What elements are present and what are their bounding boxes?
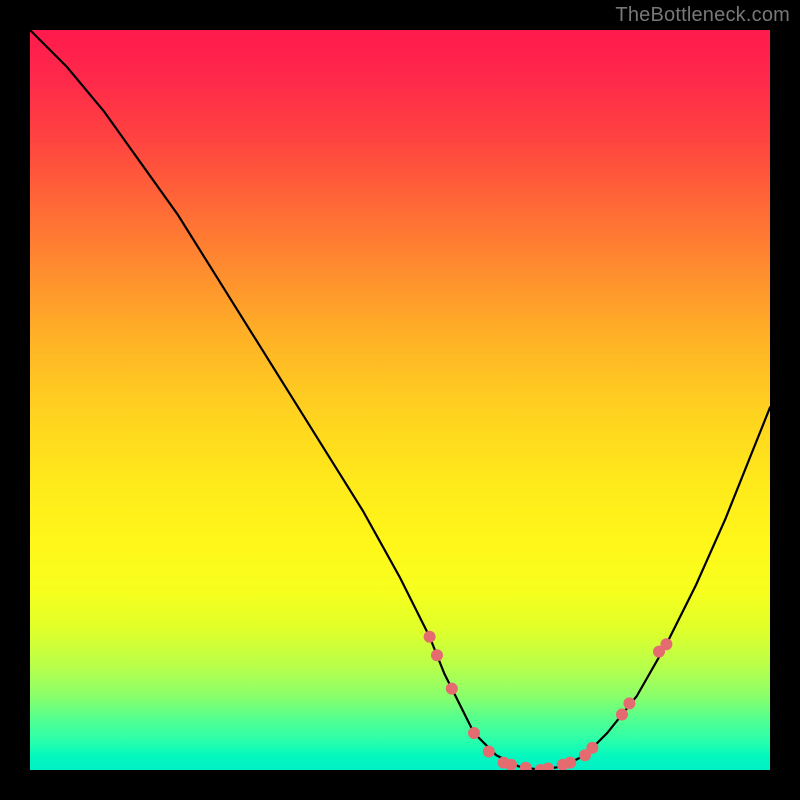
- data-point: [586, 742, 598, 754]
- curve-layer: [30, 30, 770, 770]
- data-point: [483, 746, 495, 758]
- data-point: [431, 649, 443, 661]
- data-point: [564, 757, 576, 769]
- chart-frame: TheBottleneck.com: [0, 0, 800, 800]
- data-point: [520, 762, 532, 770]
- plot-area: [30, 30, 770, 770]
- data-point: [616, 709, 628, 721]
- data-point: [660, 638, 672, 650]
- bottleneck-curve: [30, 30, 770, 770]
- watermark-label: TheBottleneck.com: [615, 4, 790, 27]
- data-point: [542, 763, 554, 771]
- marker-group: [424, 631, 673, 770]
- data-point: [424, 631, 436, 643]
- data-point: [446, 683, 458, 695]
- data-point: [623, 697, 635, 709]
- data-point: [468, 727, 480, 739]
